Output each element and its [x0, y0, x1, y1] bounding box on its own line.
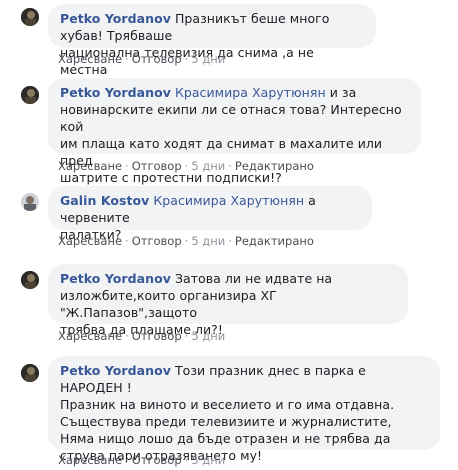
- avatar[interactable]: [21, 86, 39, 104]
- reply-button[interactable]: Отговор: [132, 453, 182, 467]
- comment-bubble: Galin Kostov Красимира Харутюнян а черве…: [48, 186, 372, 242]
- like-button[interactable]: Харесване: [58, 52, 122, 66]
- like-button[interactable]: Харесване: [58, 234, 122, 248]
- reply-button[interactable]: Отговор: [132, 234, 182, 248]
- reply-button[interactable]: Отговор: [132, 329, 182, 343]
- like-button[interactable]: Харесване: [58, 453, 122, 467]
- comment-text: и за: [329, 85, 357, 100]
- comment-bubble: Petko Yordanov Затова ли не идвате на из…: [48, 264, 408, 337]
- mention-link[interactable]: Красимира Харутюнян: [175, 85, 326, 100]
- like-button[interactable]: Харесване: [58, 159, 122, 173]
- comment-actions: Харесване · Отговор · 5 дни: [58, 52, 226, 66]
- timestamp[interactable]: 5 дни: [191, 159, 225, 173]
- avatar[interactable]: [21, 8, 39, 26]
- comment-actions: Харесване · Отговор · 5 дни · Редактирано: [58, 159, 314, 173]
- author-name[interactable]: Petko Yordanov: [60, 85, 171, 100]
- like-button[interactable]: Харесване: [58, 329, 122, 343]
- comment-text: изложбите,които организира ХГ "Ж.Папазов…: [60, 288, 277, 320]
- author-name[interactable]: Petko Yordanov: [60, 271, 171, 286]
- comment-actions: Харесване · Отговор · 5 дни: [58, 453, 226, 467]
- comment-text: Съществува преди телевизиите и журналист…: [60, 414, 392, 429]
- mention-link[interactable]: Красимира Харутюнян: [153, 193, 304, 208]
- timestamp[interactable]: 5 дни: [191, 234, 225, 248]
- comment-text: Няма нищо лошо да бъде отразен и не тряб…: [60, 431, 391, 446]
- reply-button[interactable]: Отговор: [132, 159, 182, 173]
- timestamp[interactable]: 5 дни: [191, 329, 225, 343]
- avatar[interactable]: [21, 364, 39, 382]
- timestamp[interactable]: 5 дни: [191, 52, 225, 66]
- comment-bubble: Petko Yordanov Красимира Харутюнян и за …: [48, 78, 421, 185]
- avatar[interactable]: [21, 193, 39, 211]
- reply-button[interactable]: Отговор: [132, 52, 182, 66]
- comment-text: новинарските екипи ли се отнася това? Ин…: [60, 102, 402, 134]
- comment-bubble: Petko Yordanov Празникът беше много хуба…: [48, 4, 376, 77]
- comment-actions: Харесване · Отговор · 5 дни: [58, 329, 226, 343]
- edited-label[interactable]: Редактирано: [235, 159, 314, 173]
- comment-text: Затова ли не идвате на: [174, 271, 333, 286]
- comment-text: Празник на виното и веселието и го има о…: [60, 397, 395, 412]
- comment-bubble: Petko Yordanov Този празник днес в парка…: [48, 356, 440, 463]
- comment-actions: Харесване · Отговор · 5 дни · Редактирано: [58, 234, 314, 248]
- author-name[interactable]: Galin Kostov: [60, 193, 149, 208]
- avatar[interactable]: [21, 271, 39, 289]
- author-name[interactable]: Petko Yordanov: [60, 363, 171, 378]
- author-name[interactable]: Petko Yordanov: [60, 11, 171, 26]
- timestamp[interactable]: 5 дни: [191, 453, 225, 467]
- edited-label[interactable]: Редактирано: [235, 234, 314, 248]
